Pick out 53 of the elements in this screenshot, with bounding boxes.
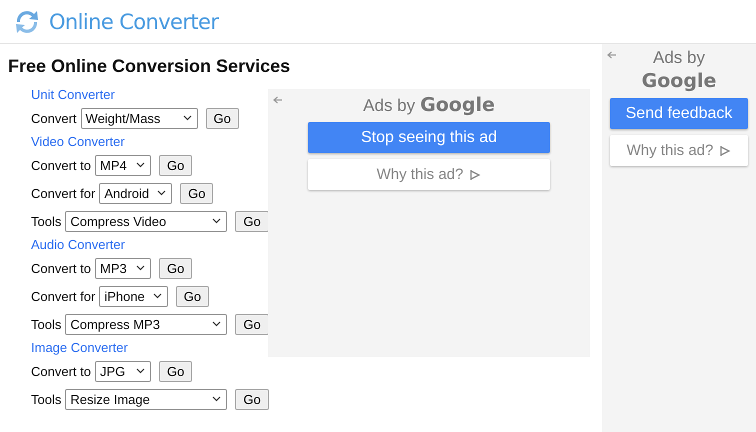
ads-by-label: Ads by (363, 96, 416, 116)
brand-label: Google (420, 94, 495, 116)
play-triangle-icon (719, 144, 732, 156)
converter-link[interactable]: Audio Converter (31, 235, 266, 254)
chevron-down-icon (136, 162, 145, 168)
field-label: Convert for (31, 186, 96, 200)
chevron-down-icon (136, 368, 145, 374)
go-button[interactable]: Go (158, 258, 192, 278)
converter-link[interactable]: Video Converter (31, 132, 266, 151)
field-label: Tools (31, 214, 62, 228)
converter-link[interactable]: Unit Converter (31, 85, 266, 104)
dropdown[interactable]: MP4 (94, 154, 151, 176)
back-arrow-icon (607, 51, 617, 59)
go-button[interactable]: Go (235, 210, 269, 232)
chevron-down-icon (212, 321, 222, 327)
go-button[interactable]: Go (158, 360, 192, 382)
chevron-down-icon (212, 396, 222, 402)
ad-action-button[interactable]: Send feedback (610, 98, 748, 129)
ad-action-button[interactable]: Stop seeing this ad (308, 122, 550, 153)
go-button[interactable]: Go (206, 108, 239, 128)
play-triangle-icon (469, 168, 482, 180)
dropdown[interactable]: MP3 (94, 258, 151, 278)
chevron-down-icon (157, 190, 166, 196)
field-label: Tools (31, 392, 62, 406)
chevron-down-icon (212, 218, 222, 224)
dropdown[interactable]: Compress MP3 (65, 314, 228, 334)
why-this-ad-button[interactable]: Why this ad? (308, 159, 550, 190)
dropdown[interactable]: Weight/Mass (80, 108, 198, 128)
converter-link[interactable]: Image Converter (31, 338, 266, 357)
go-button[interactable]: Go (180, 182, 214, 204)
dropdown[interactable]: JPG (94, 360, 151, 382)
page-heading: Free Online Conversion Services (8, 56, 292, 77)
field-label: Convert to (31, 260, 91, 276)
field-label: Convert to (31, 158, 91, 172)
why-this-ad-button[interactable]: Why this ad? (610, 135, 748, 166)
ads-by-label: Ads by (653, 48, 705, 68)
dropdown[interactable]: iPhone (99, 286, 168, 306)
dropdown[interactable]: Android (99, 182, 172, 204)
go-button[interactable]: Go (176, 286, 210, 306)
field-label: Tools (31, 316, 62, 332)
brand-label: Google (642, 70, 716, 92)
field-label: Convert (31, 110, 77, 126)
back-arrow-icon (273, 96, 283, 104)
chevron-down-icon (152, 293, 162, 299)
dropdown[interactable]: Compress Video (65, 210, 228, 232)
chevron-down-icon (136, 265, 145, 271)
go-button[interactable]: Go (235, 388, 269, 410)
dropdown[interactable]: Resize Image (65, 388, 228, 410)
chevron-down-icon (182, 115, 192, 121)
go-button[interactable]: Go (235, 314, 269, 334)
field-label: Convert to (31, 364, 91, 378)
go-button[interactable]: Go (158, 154, 192, 176)
field-label: Convert for (31, 288, 96, 304)
